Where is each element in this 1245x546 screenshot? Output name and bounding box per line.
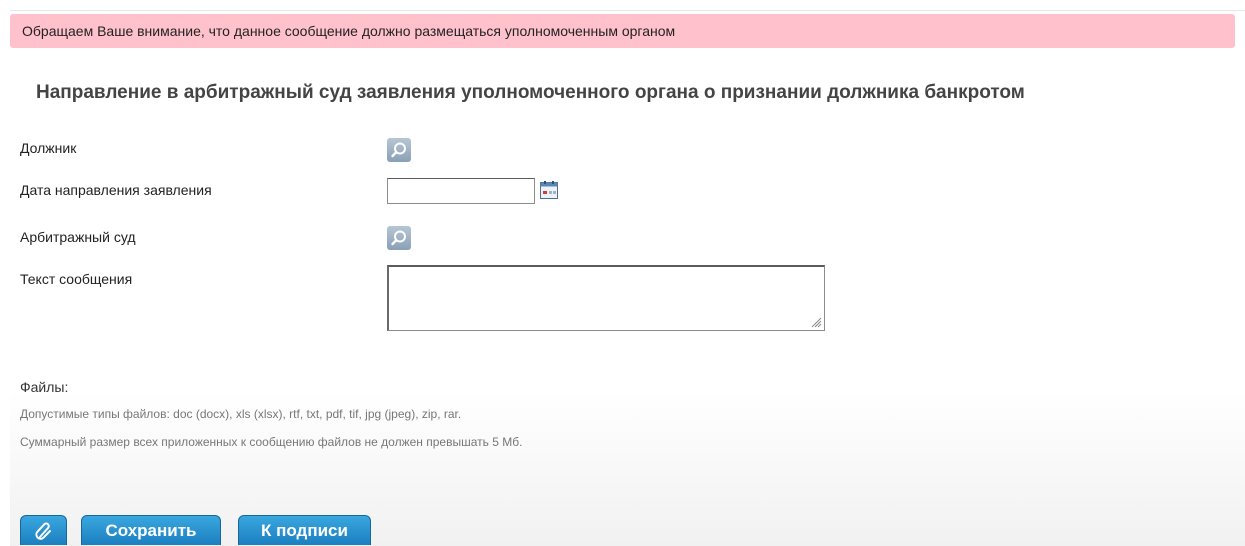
court-search-button[interactable] <box>387 226 411 250</box>
message-text-area[interactable] <box>387 265 825 331</box>
calendar-icon <box>540 181 558 199</box>
magnifier-icon <box>391 142 406 158</box>
save-button[interactable]: Сохранить <box>81 515 221 545</box>
debtor-label: Должник <box>20 140 77 156</box>
attach-file-button[interactable] <box>20 515 67 545</box>
file-size-limit-hint: Суммарный размер всех приложенных к сооб… <box>20 435 523 449</box>
files-heading: Файлы: <box>20 379 69 395</box>
allowed-file-types-hint: Допустимые типы файлов: doc (docx), xls … <box>20 407 462 421</box>
page-title: Направление в арбитражный суд заявления … <box>36 82 1025 103</box>
date-input[interactable] <box>387 178 535 204</box>
resize-grip-icon[interactable] <box>810 316 822 328</box>
magnifier-icon <box>391 230 406 246</box>
paperclip-icon <box>35 522 51 540</box>
send-to-sign-button[interactable]: К подписи <box>238 515 371 545</box>
date-label: Дата направления заявления <box>20 182 212 198</box>
debtor-search-button[interactable] <box>387 138 411 162</box>
authority-notice-banner: Обращаем Ваше внимание, что данное сообщ… <box>10 14 1235 48</box>
calendar-button[interactable] <box>539 180 559 200</box>
court-label: Арбитражный суд <box>20 229 136 245</box>
message-text-label: Текст сообщения <box>20 271 133 287</box>
